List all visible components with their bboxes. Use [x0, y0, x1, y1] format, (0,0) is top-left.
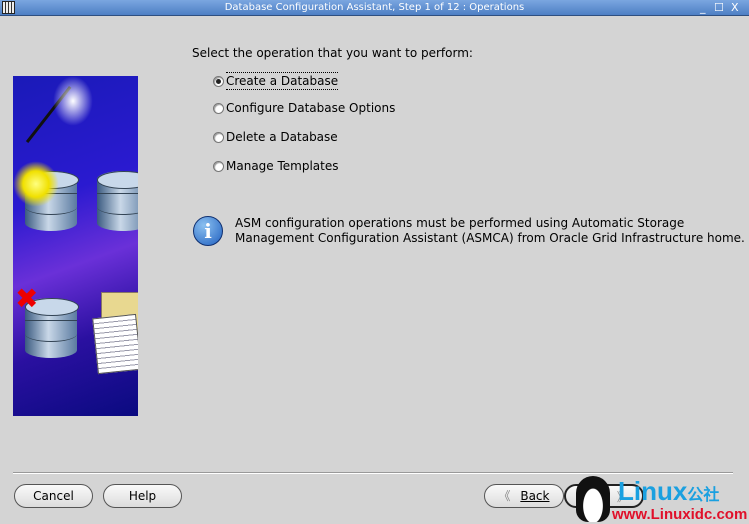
radio-button[interactable] — [213, 102, 224, 114]
info-icon: i — [193, 216, 223, 246]
option-label: Delete a Database — [226, 130, 338, 144]
next-arrow-icon: 》 — [616, 490, 629, 504]
radio-button[interactable] — [213, 131, 224, 143]
database-check-icon — [97, 171, 138, 231]
option-label: Configure Database Options — [226, 101, 396, 115]
sparkle-glow — [53, 76, 93, 126]
back-label: Back — [520, 489, 550, 503]
app-icon[interactable] — [2, 1, 15, 14]
watermark-url: www.Linuxidc.com — [612, 506, 748, 523]
option-create-database[interactable]: Create a Database — [213, 72, 339, 90]
info-line: ASM configuration operations must be per… — [235, 216, 685, 230]
watermark-cn: 公社 — [687, 487, 720, 504]
operation-prompt: Select the operation that you want to pe… — [192, 46, 473, 60]
cancel-button[interactable]: Cancel — [14, 484, 93, 508]
maximize-button[interactable]: ☐ — [714, 0, 724, 15]
red-x-icon: ✖ — [15, 282, 39, 315]
option-label: Manage Templates — [226, 159, 339, 173]
title-bar: Database Configuration Assistant, Step 1… — [0, 0, 749, 16]
star-burst-icon — [13, 161, 59, 207]
back-button[interactable]: 《 Back — [484, 484, 564, 508]
wizard-illustration: ✔ ✖ — [13, 76, 138, 416]
next-button[interactable]: Next 》 — [564, 484, 644, 508]
option-delete-database[interactable]: Delete a Database — [213, 130, 338, 144]
window-title: Database Configuration Assistant, Step 1… — [224, 2, 525, 13]
minimize-button[interactable]: _ — [700, 0, 706, 15]
option-manage-templates[interactable]: Manage Templates — [213, 159, 339, 173]
separator — [13, 472, 733, 474]
documents-icon — [92, 313, 138, 375]
next-label: Next — [579, 490, 608, 504]
help-button[interactable]: Help — [103, 484, 182, 508]
option-label: Create a Database — [226, 72, 339, 90]
info-line: Management Configuration Assistant (ASMC… — [235, 231, 745, 245]
back-arrow-icon: 《 — [498, 489, 511, 503]
radio-button[interactable] — [213, 75, 224, 87]
radio-button[interactable] — [213, 160, 224, 172]
option-configure-database[interactable]: Configure Database Options — [213, 101, 395, 115]
close-button[interactable]: X — [731, 0, 739, 15]
info-message: ASM configuration operations must be per… — [235, 216, 745, 246]
